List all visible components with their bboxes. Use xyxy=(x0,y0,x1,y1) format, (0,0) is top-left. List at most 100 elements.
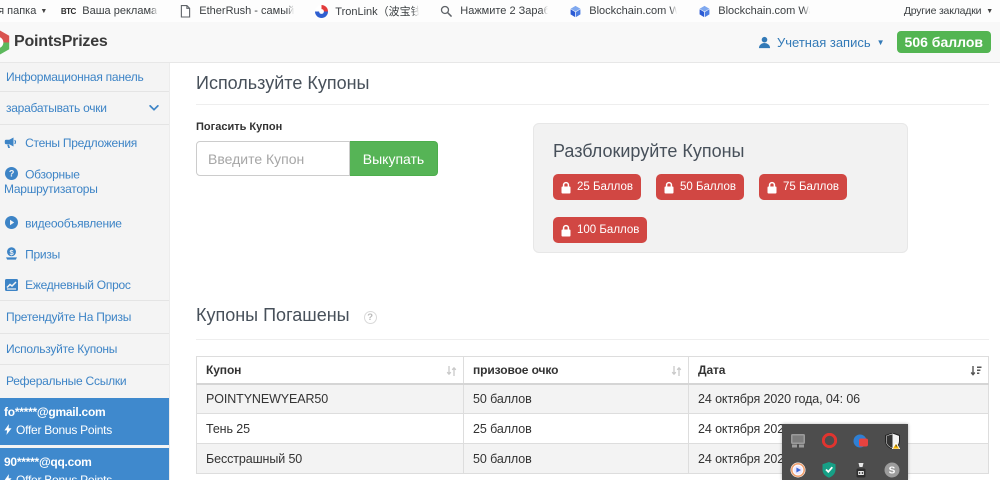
sidebar-item-use-coupons[interactable]: Используйте Купоны xyxy=(0,334,169,365)
account-offer-label: Offer Bonus Points xyxy=(16,423,112,437)
redeem-form: Погасить Купон Выкупать xyxy=(196,120,533,253)
sidebar-item-label: Информационная панель xyxy=(6,70,143,84)
chevron-down-icon xyxy=(149,105,159,111)
sidebar-item-survey-routers[interactable]: ? Обзорные Маршрутизаторы xyxy=(0,159,169,208)
column-header-points[interactable]: призовое очко xyxy=(464,357,689,384)
points-balance-button[interactable]: 506 баллов xyxy=(897,31,991,53)
column-header-coupon[interactable]: Купон xyxy=(197,357,464,384)
question-circle-icon: ? xyxy=(4,167,18,181)
sidebar-item-label: Реферальные Ссылки xyxy=(6,374,126,388)
account-email: fo*****@gmail.com xyxy=(4,405,161,419)
site-header: PointsPrizes Учетная запись ▼ 506 баллов xyxy=(0,22,1000,63)
blockchain-icon xyxy=(568,4,582,18)
remote-desktop-icon[interactable] xyxy=(790,433,806,449)
header-right: Учетная запись ▼ 506 баллов xyxy=(758,31,1000,53)
sidebar-item-referral-links[interactable]: Реферальные Ссылки xyxy=(0,365,169,398)
btc-icon: BTC xyxy=(61,4,75,18)
sidebar-item-daily-poll[interactable]: Ежедневный Опрос xyxy=(0,270,169,301)
cell-coupon: Бесстрашный 50 xyxy=(197,444,464,474)
content: Информационная панель зарабатывать очки … xyxy=(0,63,1000,480)
account-caret-icon: ▼ xyxy=(877,38,885,47)
system-tray-popup: S xyxy=(782,424,908,480)
bookmark-item[interactable]: Blockchain.com Wa xyxy=(558,0,687,22)
other-bookmarks-caret-icon: ▼ xyxy=(986,8,993,15)
bookmark-item[interactable]: BTC Ваша реклама в с xyxy=(51,0,168,22)
cell-points: 50 баллов xyxy=(464,444,689,474)
unlock-75-button[interactable]: 75 Баллов xyxy=(759,174,847,200)
document-icon xyxy=(178,4,192,18)
unlock-100-button[interactable]: 100 Баллов xyxy=(553,217,647,243)
sort-both-icon xyxy=(671,365,682,377)
unlock-50-button[interactable]: 50 Баллов xyxy=(656,174,744,200)
blockchain-icon xyxy=(697,4,711,18)
other-bookmarks[interactable]: Другие закладки ▼ xyxy=(902,5,995,17)
play-circle-icon xyxy=(4,216,18,230)
sidebar: Информационная панель зарабатывать очки … xyxy=(0,63,170,480)
skype-offline-icon[interactable]: S xyxy=(884,462,900,478)
account-offer-label: Offer Bonus Points xyxy=(16,473,112,480)
sidebar-item-video-ads[interactable]: видеообъявление xyxy=(0,208,169,239)
sidebar-item-earn-points[interactable]: зарабатывать очки xyxy=(0,92,169,125)
cell-coupon: POINTYNEWYEAR50 xyxy=(197,384,464,414)
defender-warning-icon[interactable] xyxy=(884,433,900,449)
sort-desc-icon xyxy=(970,365,982,377)
history-divider xyxy=(196,339,989,340)
sidebar-item-prizes[interactable]: $ Призы xyxy=(0,239,169,270)
bookmark-item[interactable]: Нажмите 2 Зараб xyxy=(429,0,558,22)
page-title: Используйте Купоны xyxy=(196,73,989,94)
column-header-date[interactable]: Дата xyxy=(689,357,989,384)
sidebar-item-label: Обзорные Маршрутизаторы xyxy=(4,167,98,196)
unlock-button-label: 50 Баллов xyxy=(680,181,736,193)
lock-icon xyxy=(561,181,571,194)
bookmarks-bar: ая папка ▼ BTC Ваша реклама в с EtherRus… xyxy=(0,0,1000,22)
unlock-button-label: 25 Баллов xyxy=(577,181,633,193)
bookmark-label: Ваша реклама в с xyxy=(82,5,158,17)
account-label: Учетная запись xyxy=(777,35,871,50)
coupon-input[interactable] xyxy=(196,141,350,176)
sidebar-item-offer-walls[interactable]: Стены Предложения xyxy=(0,128,169,159)
brand-name: PointsPrizes xyxy=(14,33,108,51)
antivirus-shield-icon[interactable] xyxy=(821,462,837,478)
svg-text:S: S xyxy=(889,465,896,476)
sidebar-item-label: Стены Предложения xyxy=(25,136,137,150)
sidebar-item-label: зарабатывать очки xyxy=(6,101,107,115)
opera-icon[interactable] xyxy=(821,433,837,449)
sidebar-account-qq[interactable]: 90*****@qq.com Offer Bonus Points xyxy=(0,448,169,480)
bookmark-label: Blockchain.com Wa xyxy=(718,5,810,17)
cell-date: 24 октября 2020 года, 04: 06 xyxy=(689,384,989,414)
question-circle-icon[interactable]: ? xyxy=(364,311,377,324)
sidebar-account-gmail[interactable]: fo*****@gmail.com Offer Bonus Points xyxy=(0,398,169,445)
unlock-25-button[interactable]: 25 Баллов xyxy=(553,174,641,200)
redeem-button[interactable]: Выкупать xyxy=(350,141,438,176)
folder-dropdown-caret-icon: ▼ xyxy=(40,8,47,15)
cell-points: 50 баллов xyxy=(464,384,689,414)
unlock-coupons-panel: Разблокируйте Купоны 25 Баллов 50 xyxy=(533,123,908,253)
wallet-app-icon[interactable] xyxy=(853,433,869,449)
bookmark-folder[interactable]: ая папка ▼ xyxy=(0,0,51,22)
user-icon xyxy=(758,36,771,49)
sort-both-icon xyxy=(446,365,457,377)
lock-icon xyxy=(561,224,571,237)
bookmark-item[interactable]: Blockchain.com Wa xyxy=(687,0,820,22)
tronlink-icon xyxy=(314,4,328,18)
sidebar-item-label: Призы xyxy=(25,247,60,261)
utility-icon[interactable] xyxy=(853,462,869,478)
lightning-icon xyxy=(4,474,12,480)
brand[interactable]: PointsPrizes xyxy=(0,22,108,62)
sidebar-item-label: видеообъявление xyxy=(25,216,122,230)
bookmark-item[interactable]: EtherRush - самый xyxy=(168,0,304,22)
sidebar-item-claim-prizes[interactable]: Претендуйте На Призы xyxy=(0,301,169,334)
megaphone-icon xyxy=(4,136,18,150)
sidebar-item-dashboard[interactable]: Информационная панель xyxy=(0,63,169,92)
sidebar-item-label: Используйте Купоны xyxy=(6,342,117,356)
unlock-panel-title: Разблокируйте Купоны xyxy=(553,141,888,162)
account-menu[interactable]: Учетная запись ▼ xyxy=(758,35,885,50)
bookmark-item[interactable]: TronLink（波宝钱包 xyxy=(304,0,429,22)
media-player-icon[interactable] xyxy=(790,462,806,478)
other-bookmarks-label: Другие закладки xyxy=(904,5,981,17)
main-content: Используйте Купоны Погасить Купон Выкупа… xyxy=(170,63,1000,480)
lock-icon xyxy=(767,181,777,194)
svg-text:?: ? xyxy=(8,169,13,179)
cell-points: 25 баллов xyxy=(464,414,689,444)
table-row[interactable]: POINTYNEWYEAR50 50 баллов 24 октября 202… xyxy=(197,384,989,414)
